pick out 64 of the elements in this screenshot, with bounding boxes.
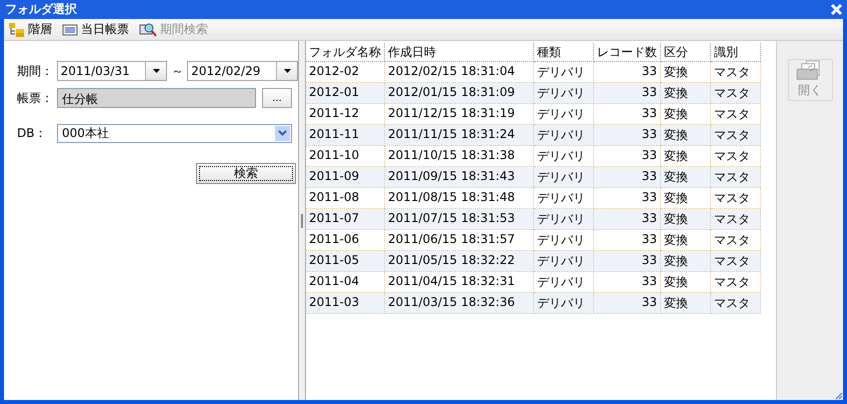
table-cell: デリバリ — [534, 293, 594, 314]
column-header[interactable]: 作成日時 — [385, 43, 534, 62]
db-dropdown[interactable]: 000本社 — [57, 124, 292, 142]
table-cell: 2011/05/15 18:32:22 — [385, 251, 534, 272]
table-cell: デリバリ — [534, 83, 594, 104]
table-cell: マスタ — [711, 293, 761, 314]
table-cell: 2012/01/15 18:31:09 — [385, 83, 534, 104]
date-picker[interactable]: 2011/03/31 — [56, 61, 168, 81]
table-cell: 変換 — [661, 293, 711, 314]
toolbar-button[interactable]: 当日帳票 — [60, 21, 131, 38]
table-cell: 2011-07 — [306, 209, 385, 230]
column-header[interactable]: 識別 — [711, 43, 761, 62]
window-title: フォルダ選択 — [5, 1, 77, 18]
table-cell: デリバリ — [534, 251, 594, 272]
table-cell: マスタ — [711, 209, 761, 230]
table-cell: 33 — [594, 83, 661, 104]
table-cell: 変換 — [661, 209, 711, 230]
table-cell: 33 — [594, 293, 661, 314]
column-header[interactable]: 区分 — [661, 43, 711, 62]
table-cell: 2012-01 — [306, 83, 385, 104]
splitter-handle-icon[interactable] — [301, 214, 303, 228]
table-cell: デリバリ — [534, 125, 594, 146]
table-cell: 33 — [594, 125, 661, 146]
column-header[interactable]: フォルダ名称 — [306, 43, 385, 62]
db-label: DB： — [17, 124, 48, 142]
range-separator: ～ — [170, 62, 184, 80]
dropdown-icon[interactable] — [145, 62, 166, 80]
table-cell: マスタ — [711, 167, 761, 188]
table-cell: デリバリ — [534, 167, 594, 188]
table-cell: 変換 — [661, 251, 711, 272]
table-cell: マスタ — [711, 251, 761, 272]
table-cell: 33 — [594, 251, 661, 272]
date-picker[interactable]: 2012/02/29 — [187, 61, 298, 81]
folder-tree-icon — [9, 22, 25, 36]
table-cell: 変換 — [661, 125, 711, 146]
document-icon — [62, 24, 78, 36]
search-button[interactable]: 検索 — [196, 162, 296, 184]
table-cell: 2011/07/15 18:31:53 — [385, 209, 534, 230]
table-cell: 2011/09/15 18:31:43 — [385, 167, 534, 188]
dropdown-icon[interactable] — [276, 62, 298, 80]
table-cell: 変換 — [661, 83, 711, 104]
table-cell: マスタ — [711, 83, 761, 104]
table-cell: 2011-05 — [306, 251, 385, 272]
magnifier-icon — [139, 22, 157, 36]
table-cell: 2011/11/15 18:31:24 — [385, 125, 534, 146]
close-icon[interactable] — [830, 3, 843, 16]
table-cell: 33 — [594, 209, 661, 230]
report-field[interactable]: 仕分帳 — [57, 88, 256, 108]
resize-grip-icon[interactable] — [834, 391, 843, 400]
column-header[interactable]: 種類 — [534, 43, 594, 62]
table-cell: 2011/03/15 18:32:36 — [385, 293, 534, 314]
browse-button[interactable]: ... — [262, 88, 292, 108]
table-cell: 33 — [594, 167, 661, 188]
table-cell: 2011-11 — [306, 125, 385, 146]
table-cell: 変換 — [661, 167, 711, 188]
toolbar-button[interactable]: 階層 — [7, 21, 54, 38]
table-cell: 2011-09 — [306, 167, 385, 188]
table-cell: 2011-03 — [306, 293, 385, 314]
chevron-icon[interactable] — [275, 126, 290, 140]
table-cell: デリバリ — [534, 209, 594, 230]
period-label: 期間： — [17, 62, 54, 80]
table-cell: マスタ — [711, 125, 761, 146]
column-header[interactable]: レコード数 — [594, 43, 661, 62]
report-label: 帳票： — [17, 90, 54, 106]
